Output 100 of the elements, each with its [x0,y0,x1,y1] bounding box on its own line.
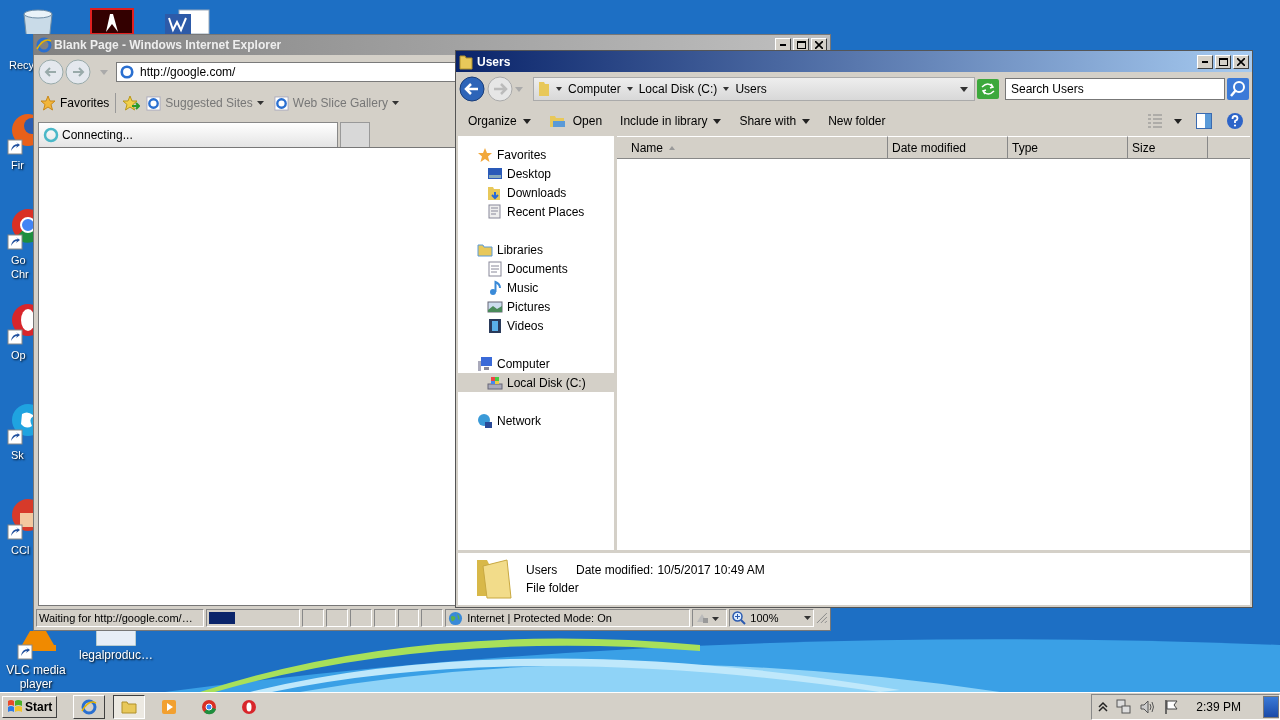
show-desktop-button[interactable] [1263,695,1279,718]
star-icon [477,146,493,163]
caret-icon[interactable] [556,87,562,91]
nav-item[interactable]: Downloads [458,183,614,202]
column-header[interactable]: Name [617,136,888,158]
view-options-icon[interactable] [1148,114,1182,128]
status-panel [421,609,444,627]
close-icon [815,41,823,49]
network-icon[interactable] [1116,698,1133,715]
column-header[interactable]: Type [1008,136,1128,158]
address-bar[interactable]: Computer Local Disk (C:) Users [533,77,975,101]
zoom-icon [732,611,747,625]
zoom-button[interactable]: 100% [729,609,815,627]
document-icon[interactable] [165,8,211,34]
icon-label[interactable]: Sk [11,448,24,462]
status-text: Waiting for http://google.com/… [36,609,204,627]
page-icon [273,95,289,111]
nav-item[interactable]: Videos [458,316,614,335]
maximize-button[interactable] [1215,54,1231,69]
caret-icon[interactable] [723,87,730,91]
icon-label[interactable]: Recy [9,58,35,72]
cone-shortcut-icon[interactable] [16,631,56,661]
browser-icon [36,37,52,53]
minimize-icon [1202,60,1208,63]
maximize-icon [796,41,806,49]
icon-label[interactable]: VLC media player [6,663,66,691]
document-icon [487,260,503,277]
nav-item[interactable]: Recent Places [458,202,614,221]
toolbar-button[interactable]: Open [544,110,607,132]
caret-icon [256,101,264,105]
back-button-icon[interactable] [459,76,485,102]
clock[interactable]: 2:39 PM [1196,699,1241,714]
caret-icon[interactable] [960,86,968,92]
globe-icon [477,412,493,429]
icon-label[interactable]: Op [11,348,26,362]
nav-item[interactable]: Local Disk (C:) [458,373,614,392]
nav-item[interactable]: Network [458,411,614,430]
globe-icon [448,610,464,626]
maximize-icon [1218,57,1228,66]
loading-icon [43,127,59,143]
start-button[interactable]: Start [2,695,58,718]
show-hidden-icon[interactable] [1098,700,1109,713]
taskbar-button[interactable] [113,694,146,719]
volume-icon[interactable] [1140,698,1157,715]
nav-item[interactable]: Documents [458,259,614,278]
nav-item[interactable]: Pictures [458,297,614,316]
breadcrumb-item[interactable]: Local Disk (C:) [638,82,718,96]
caret-icon [522,118,531,124]
security-zone[interactable]: Internet | Protected Mode: On [445,609,690,627]
browser-icon [120,65,134,79]
resize-grip-icon[interactable] [816,612,828,624]
refresh-icon[interactable] [977,79,999,99]
browser-tab[interactable]: Connecting... [38,122,338,147]
monitor-icon [487,165,503,182]
flag-icon[interactable] [1164,698,1179,715]
help-icon[interactable] [1226,112,1244,130]
caret-icon[interactable] [626,87,633,91]
disk-icon [487,374,503,391]
sort-icon [669,145,675,150]
address-field[interactable]: http://google.com/ [116,62,456,82]
search-icon[interactable] [1227,78,1249,100]
breadcrumb-item[interactable]: Computer [568,82,621,96]
toolbar-button[interactable]: Share with [735,111,815,131]
toolbar-button[interactable]: New folder [824,111,890,131]
icon-label[interactable]: legalproduc… [79,648,154,662]
browser-icon [81,698,98,715]
minimize-button[interactable] [1197,54,1213,69]
places-icon [487,203,503,220]
minimize-icon [780,44,786,46]
protected-mode-button[interactable] [691,609,728,627]
play-icon [161,698,178,715]
nav-item[interactable]: Music [458,278,614,297]
caret-icon [713,118,722,124]
toolbar-button[interactable]: Include in library [616,111,726,131]
nav-item[interactable]: Libraries [458,240,614,259]
nav-item[interactable]: Computer [458,354,614,373]
nav-item[interactable]: Desktop [458,164,614,183]
windows-logo-icon [7,698,23,715]
column-header[interactable]: Size [1128,136,1208,158]
ring-icon [201,698,218,715]
column-header[interactable]: Date modified [888,136,1008,158]
window-title: Blank Page - Windows Internet Explorer [54,38,282,52]
document-icon[interactable] [90,8,134,34]
preview-pane-icon[interactable] [1196,113,1212,129]
favorites-button[interactable]: Favorites [40,95,110,111]
icon-label[interactable]: Go Chr [11,253,29,281]
search-field[interactable]: Search Users [1005,78,1225,100]
status-panel [373,609,396,627]
close-button[interactable] [1233,54,1249,69]
nav-item[interactable]: Favorites [458,145,614,164]
folder-icon [459,53,473,70]
detail-label: Date modified: [576,563,654,577]
folder-icon [538,81,550,97]
icon-label[interactable]: Fir [11,158,24,172]
window-title: Users [477,54,511,69]
icon-label[interactable]: CCl [11,543,30,557]
folder-icon [477,241,493,258]
breadcrumb-item[interactable]: Users [735,82,767,96]
item-type: File folder [526,581,580,595]
toolbar-button[interactable]: Organize [464,111,535,131]
